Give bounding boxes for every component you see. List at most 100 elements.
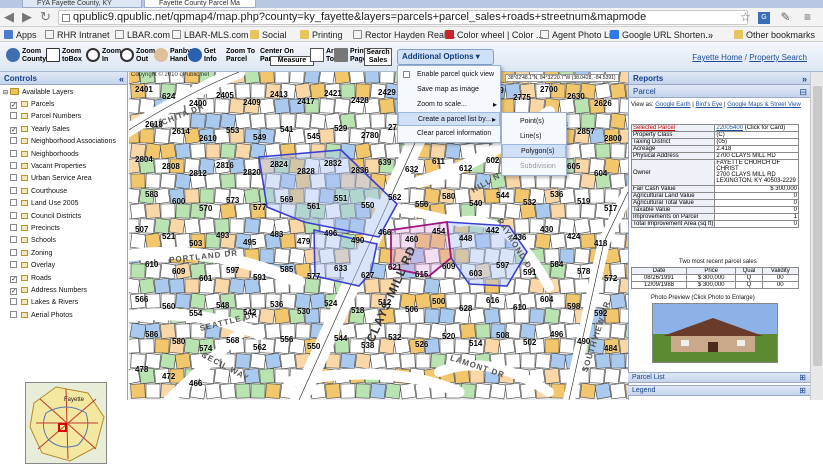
parcel-lot[interactable] <box>580 113 596 129</box>
get-info-button[interactable]: Get Info <box>188 45 220 69</box>
parcel-lot[interactable] <box>579 382 597 400</box>
parcel-lot[interactable] <box>130 173 146 189</box>
additional-options-button[interactable]: Additional Options ▾ <box>397 49 494 65</box>
parcel-lot[interactable] <box>489 382 507 400</box>
layer-checkbox[interactable] <box>10 261 17 269</box>
parcel-lot[interactable] <box>333 97 351 115</box>
legend-header[interactable]: Legend ⊞ <box>628 385 810 396</box>
parcel-lot[interactable] <box>543 307 561 325</box>
layer-checkbox[interactable] <box>10 224 17 231</box>
parcel-lot[interactable] <box>619 98 628 114</box>
parcel-lot[interactable] <box>499 98 515 114</box>
parcel-lot[interactable] <box>130 383 146 399</box>
parcel-lot[interactable] <box>318 72 336 85</box>
parcel-lot[interactable] <box>259 248 275 264</box>
parcel-lot[interactable] <box>594 82 612 100</box>
parcel-lot[interactable] <box>319 128 335 144</box>
parcel-lot[interactable] <box>145 383 161 399</box>
bookmark-rhr-intranet[interactable]: RHR Intranet <box>45 29 110 41</box>
parcel-lot[interactable] <box>303 72 321 85</box>
search-sales-button[interactable]: Search Sales <box>364 45 394 69</box>
parcel-lot[interactable] <box>154 338 170 354</box>
parcel-lot[interactable] <box>189 292 207 310</box>
google-maps-link[interactable]: Google Maps & Street View <box>727 102 801 108</box>
layer-item[interactable]: Zoning <box>10 248 52 260</box>
parcel-lot[interactable] <box>130 263 146 279</box>
parcel-lot[interactable] <box>594 382 612 400</box>
parcel-lot[interactable] <box>145 203 161 219</box>
scrollbar-thumb[interactable] <box>813 86 822 366</box>
zoom-to-box-button[interactable]: Zoom toBox <box>46 45 86 69</box>
parcel-lot[interactable] <box>364 72 380 84</box>
layer-item[interactable]: Precincts <box>10 223 60 235</box>
reload-icon[interactable]: ↻ <box>40 10 51 24</box>
selected-parcel-value[interactable]: 22005400 (Click for Card) <box>714 124 799 132</box>
parcel-lot[interactable] <box>235 353 251 369</box>
parcel-lot[interactable] <box>529 308 545 324</box>
zoom-out-button[interactable]: Zoom Out <box>120 45 155 69</box>
menu-item-save-image[interactable]: Save map as image <box>398 83 500 97</box>
parcel-lot[interactable] <box>355 383 371 399</box>
parcel-lot[interactable] <box>534 202 552 220</box>
parcel-lot[interactable] <box>259 368 275 384</box>
parcel-lot[interactable] <box>564 172 582 190</box>
bookmark-apps[interactable]: Apps <box>4 29 37 41</box>
parcel-lot[interactable] <box>399 382 417 400</box>
parcel-lot[interactable] <box>129 98 140 114</box>
menu-item-quick-view[interactable]: Enable parcel quick view <box>398 68 500 82</box>
parcel-lot[interactable] <box>258 307 276 325</box>
parcel-lot[interactable] <box>340 383 356 399</box>
layer-item[interactable]: Land Use 2005 <box>10 198 78 210</box>
bookmark-lbar-mls[interactable]: LBAR-MLS.com <box>172 29 249 41</box>
submenu-polygons[interactable]: Polygon(s) <box>502 144 566 158</box>
layer-item[interactable]: ✓ Address Numbers <box>10 285 87 297</box>
parcel-lot[interactable] <box>250 113 266 129</box>
layer-checkbox[interactable] <box>10 186 17 194</box>
layer-item[interactable]: Neighborhoods <box>10 149 78 161</box>
parcel-lot[interactable] <box>265 323 281 339</box>
parcel-lot[interactable] <box>618 247 628 265</box>
bookmark-color-wheel[interactable]: Color wheel | Color ... <box>445 29 543 41</box>
layer-checkbox[interactable] <box>10 298 17 306</box>
parcel-lot[interactable] <box>145 173 161 189</box>
parcel-lot[interactable] <box>550 203 566 219</box>
parcel-lot[interactable] <box>174 352 192 370</box>
vertical-scrollbar[interactable] <box>810 72 823 400</box>
print-page-button[interactable]: Print Page <box>334 45 367 69</box>
layer-checkbox[interactable] <box>10 149 17 157</box>
parcel-lot[interactable] <box>618 277 628 295</box>
parcel-lot[interactable] <box>220 173 236 189</box>
parcel-lot[interactable] <box>190 143 206 159</box>
birds-eye-link[interactable]: Bird's Eye <box>696 102 723 108</box>
parcel-lot[interactable] <box>610 173 626 189</box>
parcel-lot[interactable] <box>619 338 628 354</box>
layer-checkbox[interactable] <box>10 137 17 145</box>
parcel-lot[interactable] <box>535 173 551 189</box>
parcel-lot[interactable] <box>574 248 590 264</box>
bookmark-google-url[interactable]: Google URL Shorten... <box>610 29 713 41</box>
layer-item[interactable]: Council Districts <box>10 211 81 223</box>
parcel-lot[interactable] <box>603 367 621 385</box>
parcel-lot[interactable] <box>288 247 306 265</box>
parcel-lot[interactable] <box>160 203 176 219</box>
submenu-points[interactable]: Point(s) <box>502 115 566 129</box>
parcel-lot[interactable] <box>243 72 261 85</box>
parcel-lot[interactable] <box>453 187 471 205</box>
parcel-lot[interactable] <box>138 277 156 295</box>
submenu-lines[interactable]: Line(s) <box>502 130 566 144</box>
parcel-lot[interactable] <box>220 383 236 399</box>
parcel-lot[interactable] <box>129 322 147 340</box>
property-search-link[interactable]: Property Search <box>749 53 807 62</box>
parcel-lot[interactable] <box>259 72 275 84</box>
parcel-lot[interactable] <box>618 72 628 85</box>
parcel-lot[interactable] <box>274 248 290 264</box>
parcel-lot[interactable] <box>169 278 185 294</box>
url-input[interactable]: qpublic9.qpublic.net/qpmap4/map.php?coun… <box>58 10 748 25</box>
parcel-lot[interactable] <box>439 338 455 354</box>
layer-item[interactable]: Overlay <box>10 260 55 272</box>
parcel-lot[interactable] <box>214 98 230 114</box>
parcel-lot[interactable] <box>159 142 177 160</box>
parcel-lot[interactable] <box>264 352 282 370</box>
parcel-lot[interactable] <box>129 187 141 205</box>
layer-checkbox[interactable] <box>10 112 17 120</box>
